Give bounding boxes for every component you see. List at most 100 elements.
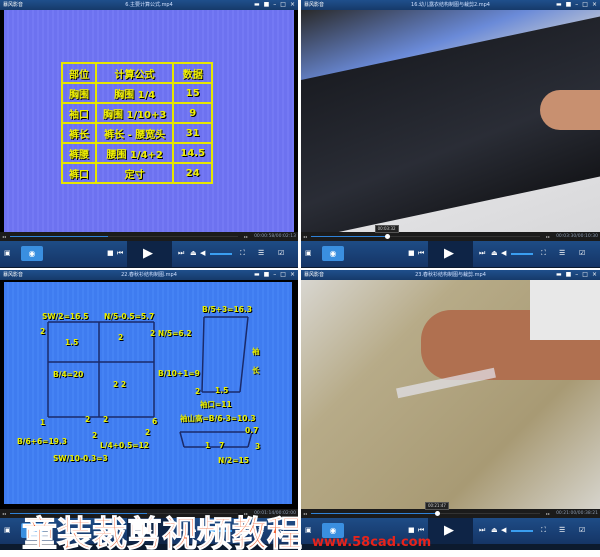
close-button[interactable]: ×: [290, 270, 295, 280]
video-area[interactable]: [301, 10, 600, 232]
time-display: 00:21:00/00:38:21: [556, 511, 598, 516]
video-area[interactable]: SW/2=16.5 N/5-0.5=5.7 2 1.5 2 2 N/5=6.2 B/4=20…: [0, 280, 298, 509]
diagram-label: N/2=15: [218, 456, 249, 465]
play-button[interactable]: ▶: [444, 523, 454, 538]
seek-bar[interactable]: ◂◂ ▸▸ 00:03:30/00:10:30: [301, 232, 600, 241]
seek-track[interactable]: [10, 236, 238, 237]
diagram-label: 袖: [252, 347, 260, 356]
volume-slider[interactable]: [511, 253, 533, 255]
toolbox-icon[interactable]: ▣: [4, 249, 11, 257]
stop-button[interactable]: ■: [408, 526, 415, 534]
shirt-image: [530, 280, 600, 340]
close-button[interactable]: ×: [592, 270, 597, 280]
maximize-button[interactable]: □: [582, 270, 588, 280]
table-cell: 腰围 1/4+2: [94, 142, 175, 164]
fullscreen-button[interactable]: ⛶: [541, 526, 546, 535]
next-button[interactable]: ⏭: [479, 249, 485, 258]
diagram-label: SW/10-0.3=3: [53, 454, 108, 463]
playlist-button[interactable]: ☰: [559, 249, 565, 257]
diagram-label: 7: [219, 441, 225, 450]
fullscreen-button[interactable]: ⛶: [541, 249, 546, 258]
skin-icon[interactable]: ▬: [254, 270, 260, 280]
minimize-button[interactable]: –: [575, 270, 578, 280]
settings-button[interactable]: ☑: [278, 249, 284, 257]
eject-button[interactable]: ⏏: [190, 249, 197, 257]
diagram-label: 1: [40, 418, 46, 427]
color-icon[interactable]: ■: [566, 270, 572, 280]
minimize-button[interactable]: –: [575, 0, 578, 10]
color-icon[interactable]: ■: [264, 0, 270, 10]
seek-progress: [311, 513, 437, 514]
volume-icon[interactable]: ◀: [200, 249, 205, 257]
rewind-icon[interactable]: ◂◂: [303, 509, 307, 518]
prev-button[interactable]: ⏮: [418, 526, 424, 535]
settings-button[interactable]: ☑: [579, 249, 585, 257]
toolbox-icon[interactable]: ▣: [305, 249, 312, 257]
eye-protect-button[interactable]: ◉: [21, 246, 43, 261]
video-player-2: 暴风影音 16.幼儿露衣结构制图与裁剪2.mp4 ▬ ■ – □ × ◂◂ ▸▸ 00:03:30…: [301, 0, 600, 268]
next-button[interactable]: ⏭: [479, 526, 485, 535]
diagram-screen: SW/2=16.5 N/5-0.5=5.7 2 1.5 2 2 N/5=6.2 B/4=20…: [4, 282, 292, 504]
stop-button[interactable]: ■: [107, 249, 114, 257]
control-bar: ▣ ◉ ■ ⏮ ▶ ⏭ ⏏ ◀ ⛶ ☰ ☑: [0, 241, 298, 267]
seek-track[interactable]: [311, 234, 540, 239]
skin-icon[interactable]: ▬: [556, 270, 562, 280]
rewind-icon[interactable]: ◂◂: [2, 232, 6, 241]
diagram-label: N/5-0.5=5.7: [104, 312, 155, 321]
maximize-button[interactable]: □: [582, 0, 588, 10]
rewind-icon[interactable]: ◂◂: [2, 509, 6, 518]
toolbox-icon[interactable]: ▣: [4, 526, 11, 534]
prev-button[interactable]: ⏮: [117, 249, 123, 258]
minimize-button[interactable]: –: [273, 0, 276, 10]
minimize-button[interactable]: –: [273, 270, 276, 280]
forward-icon[interactable]: ▸▸: [546, 509, 550, 518]
video-area[interactable]: 部位 计算公式 数据 胸围 胸围 1/4 15 袖口 胸围 1/10+3 9 裤长 裤长 - 腰宽头…: [0, 10, 298, 232]
seek-track[interactable]: [311, 511, 540, 516]
video-area[interactable]: [301, 280, 600, 509]
close-button[interactable]: ×: [592, 0, 597, 10]
color-icon[interactable]: ■: [566, 0, 572, 10]
play-button[interactable]: ▶: [143, 246, 153, 261]
volume-icon[interactable]: ◀: [501, 249, 506, 257]
toolbox-icon[interactable]: ▣: [305, 526, 312, 534]
diagram-label: 1.5: [215, 386, 229, 395]
table-cell: 裤腰: [61, 142, 97, 164]
next-button[interactable]: ⏭: [178, 249, 184, 258]
table-cell: 裤口: [61, 162, 97, 184]
diagram-label: B/5+3=16.3: [202, 305, 252, 314]
volume-icon[interactable]: ◀: [501, 526, 506, 534]
settings-button[interactable]: ☑: [579, 526, 585, 534]
stop-button[interactable]: ■: [408, 249, 415, 257]
forward-icon[interactable]: ▸▸: [546, 232, 550, 241]
seek-handle[interactable]: [434, 511, 440, 516]
playlist-button[interactable]: ☰: [258, 249, 264, 257]
fullscreen-button[interactable]: ⛶: [240, 249, 245, 258]
skin-icon[interactable]: ▬: [556, 0, 562, 10]
play-button[interactable]: ▶: [444, 246, 454, 261]
volume-slider[interactable]: [210, 253, 232, 255]
table-header: 计算公式: [94, 62, 175, 84]
volume-slider[interactable]: [511, 530, 533, 532]
diagram-label: B/6+6=19.3: [17, 437, 67, 446]
diagram-label: 2: [40, 327, 46, 336]
seek-handle[interactable]: [384, 234, 390, 239]
eject-button[interactable]: ⏏: [491, 526, 498, 534]
pattern-line: [201, 316, 205, 393]
maximize-button[interactable]: □: [280, 270, 286, 280]
skin-icon[interactable]: ▬: [254, 0, 260, 10]
playlist-button[interactable]: ☰: [559, 526, 565, 534]
hand-image: [540, 90, 600, 130]
eject-button[interactable]: ⏏: [491, 249, 498, 257]
rewind-icon[interactable]: ◂◂: [303, 232, 307, 241]
maximize-button[interactable]: □: [280, 0, 286, 10]
eye-protect-button[interactable]: ◉: [322, 246, 344, 261]
seek-bar[interactable]: ◂◂ ▸▸ 00:00:58/00:02:13: [0, 232, 298, 241]
seek-bar[interactable]: ◂◂ ▸▸ 00:21:00/00:38:21: [301, 509, 600, 518]
seek-progress: [311, 236, 387, 237]
close-button[interactable]: ×: [290, 0, 295, 10]
table-cell: 袖口: [61, 102, 97, 124]
color-icon[interactable]: ■: [264, 270, 270, 280]
forward-icon[interactable]: ▸▸: [244, 232, 248, 241]
prev-button[interactable]: ⏮: [418, 249, 424, 258]
video-player-1: 暴风影音 6.主要计算公式.mp4 ▬ ■ – □ × 部位 计算公式 数据 胸围 胸围 1/4 15 袖…: [0, 0, 298, 268]
